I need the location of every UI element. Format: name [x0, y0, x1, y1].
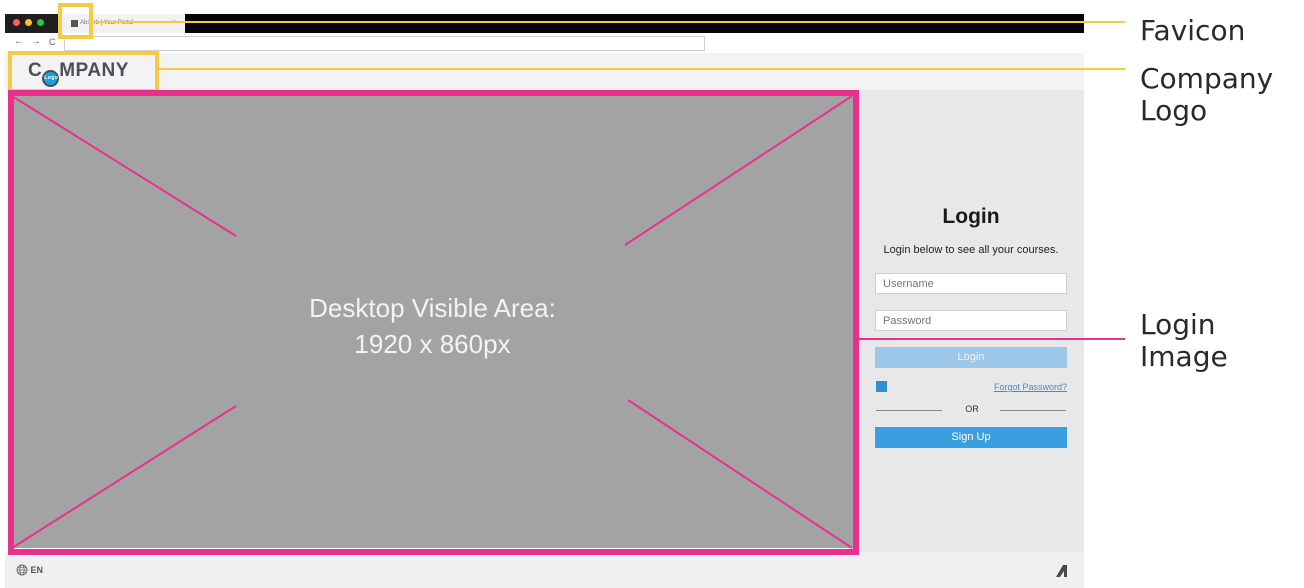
- password-input[interactable]: [875, 310, 1067, 331]
- login-image-callout-line: [855, 338, 1125, 340]
- username-input[interactable]: [875, 273, 1067, 294]
- remember-me-checkbox[interactable]: [876, 381, 887, 392]
- language-label: EN: [30, 565, 44, 575]
- globe-icon: [16, 564, 28, 576]
- company-logo-annotation: Company Logo: [1140, 63, 1273, 127]
- company-logo-annotation-line1: Company: [1140, 62, 1274, 95]
- login-subtitle: Login below to see all your courses.: [883, 244, 1059, 256]
- login-button[interactable]: Login: [875, 347, 1067, 368]
- or-divider-text: OR: [965, 404, 979, 414]
- login-image-highlight-box: [8, 90, 859, 555]
- brand-mark-icon: [1056, 565, 1067, 577]
- login-title: Login: [942, 205, 1000, 228]
- logo-callout-line: [159, 68, 1125, 70]
- login-image-annotation: Login Image: [1140, 309, 1228, 373]
- login-image-annotation-line1: Login: [1140, 308, 1216, 341]
- favicon-annotation: Favicon: [1140, 14, 1246, 47]
- or-divider-right: [1000, 410, 1066, 411]
- sign-up-button[interactable]: Sign Up: [875, 427, 1067, 448]
- favicon-highlight-box: [58, 3, 93, 39]
- login-image-annotation-line2: Image: [1140, 340, 1228, 373]
- company-logo-annotation-line2: Logo: [1140, 94, 1208, 127]
- forgot-password-link[interactable]: Forgot Password?: [960, 382, 1067, 392]
- language-selector[interactable]: EN: [16, 564, 43, 576]
- logo-highlight-box: [8, 51, 159, 93]
- or-divider-left: [876, 410, 942, 411]
- favicon-callout-line: [93, 21, 1125, 23]
